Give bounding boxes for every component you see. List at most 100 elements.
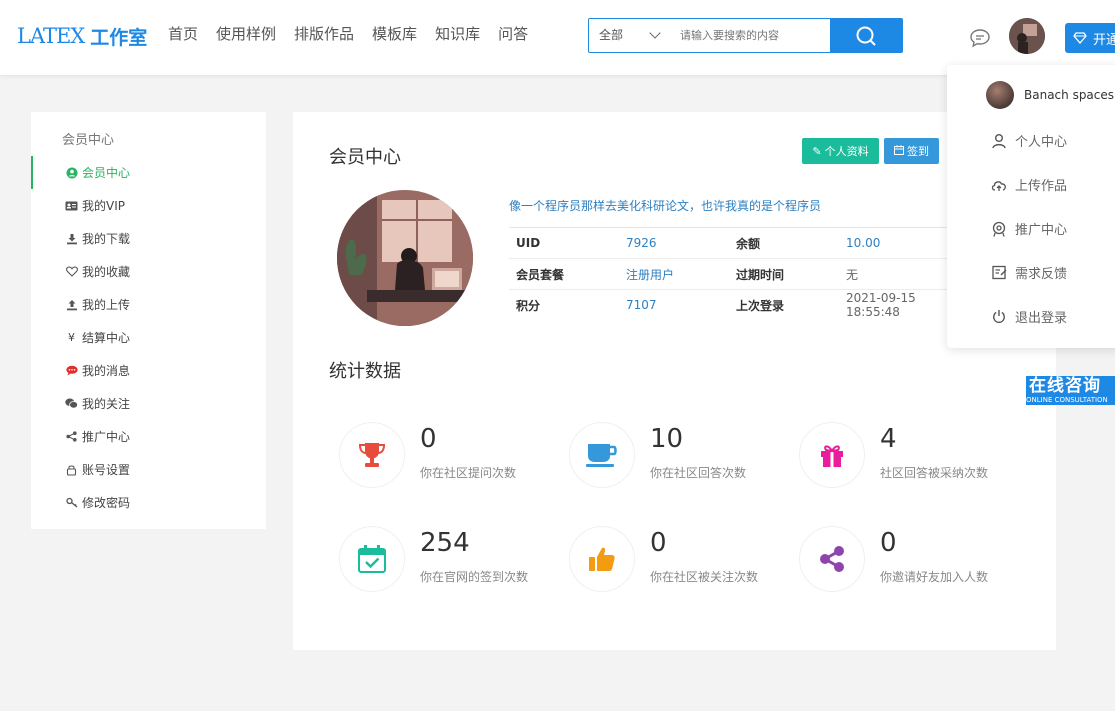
lock-icon xyxy=(65,463,78,476)
sidebar-item-messages[interactable]: 我的消息 xyxy=(31,354,266,387)
points-label: 积分 xyxy=(509,289,619,321)
sidebar-item-label: 我的消息 xyxy=(82,364,131,378)
profile-avatar xyxy=(337,190,473,326)
search-bar: 全部 xyxy=(588,18,903,53)
share-nodes-icon xyxy=(799,526,865,592)
trophy-icon xyxy=(339,422,405,488)
sidebar-menu: 会员中心 我的VIP 我的下载 我的收藏 我的上传 ¥ 结算中心 我的消息 我的 xyxy=(31,156,266,519)
sidebar-item-uploads[interactable]: 我的上传 xyxy=(31,288,266,321)
balance-value: 10.00 xyxy=(839,227,949,259)
expiry-value: 无 xyxy=(839,258,949,290)
search-input[interactable] xyxy=(667,19,832,52)
search-button[interactable] xyxy=(830,19,902,52)
sidebar-item-member-center[interactable]: 会员中心 xyxy=(31,156,266,189)
stat-checkins: 254 你在官网的签到次数 xyxy=(339,526,559,596)
last-login-label: 上次登录 xyxy=(729,289,839,321)
member-sidebar: 会员中心 会员中心 我的VIP 我的下载 我的收藏 我的上传 ¥ 结算中心 我的… xyxy=(31,112,266,529)
sign-in-button[interactable]: 签到 xyxy=(884,138,939,164)
calendar-check-icon xyxy=(339,526,405,592)
search-scope-value: 全部 xyxy=(599,28,624,42)
nav-examples[interactable]: 使用样例 xyxy=(216,24,276,44)
dropdown-username: Banach spaces xyxy=(1024,88,1115,102)
logo-latex: LATEX xyxy=(17,24,85,48)
menu-item-logout[interactable]: 退出登录 xyxy=(991,307,1067,326)
sidebar-item-label: 我的关注 xyxy=(82,397,131,411)
coffee-cup-icon xyxy=(569,422,635,488)
stats-title: 统计数据 xyxy=(329,361,401,382)
stat-value: 4 xyxy=(880,424,897,454)
sidebar-item-downloads[interactable]: 我的下载 xyxy=(31,222,266,255)
nav-home[interactable]: 首页 xyxy=(168,24,198,44)
online-consult-badge[interactable]: 在线咨询 ONLINE CONSULTATION xyxy=(1026,376,1115,405)
message-icon[interactable] xyxy=(969,28,991,48)
menu-item-label: 退出登录 xyxy=(1015,311,1068,326)
plan-label: 会员套餐 xyxy=(509,258,619,290)
sidebar-item-settlement[interactable]: ¥ 结算中心 xyxy=(31,321,266,354)
sidebar-item-favorites[interactable]: 我的收藏 xyxy=(31,255,266,288)
diamond-icon xyxy=(1073,32,1087,44)
key-icon xyxy=(65,496,78,509)
menu-item-label: 个人中心 xyxy=(1015,135,1068,150)
stat-value: 10 xyxy=(650,424,684,454)
search-scope-select[interactable]: 全部 xyxy=(589,19,667,52)
menu-item-promotion-center[interactable]: 推广中心 xyxy=(991,219,1067,238)
profile-button-label: 个人资料 xyxy=(824,145,869,158)
menu-item-upload-works[interactable]: 上传作品 xyxy=(991,175,1067,194)
user-motto: 像一个程序员那样去美化科研论文，也许我真的是个程序员 xyxy=(509,199,822,213)
stat-label: 你在官网的签到次数 xyxy=(420,570,529,584)
sidebar-item-promotion[interactable]: 推广中心 xyxy=(31,420,266,453)
dropdown-user-row: Banach spaces xyxy=(986,81,1114,109)
sidebar-item-label: 我的下载 xyxy=(82,232,131,246)
account-info-table: UID 7926 余额 10.00 会员套餐 注册用户 过期时间 无 积分 71… xyxy=(509,227,949,321)
member-main-panel: 会员中心 ✎ 个人资料 签到 像一个程序员那样去美化科研论文，也许我真的是个程序… xyxy=(293,112,1056,650)
menu-item-personal-center[interactable]: 个人中心 xyxy=(991,131,1067,150)
sidebar-item-account-settings[interactable]: 账号设置 xyxy=(31,453,266,486)
sidebar-item-label: 账号设置 xyxy=(82,463,131,477)
sidebar-item-label: 我的收藏 xyxy=(82,265,131,279)
chat-bubble-icon xyxy=(65,364,78,377)
uid-label: UID xyxy=(509,227,619,259)
expiry-label: 过期时间 xyxy=(729,258,839,290)
nav-knowledge[interactable]: 知识库 xyxy=(435,24,480,44)
pencil-icon: ✎ xyxy=(812,144,822,158)
chevron-down-icon xyxy=(649,27,661,39)
table-row: 积分 7107 上次登录 2021-09-15 18:55:48 xyxy=(509,289,949,321)
user-circle-icon xyxy=(65,166,78,179)
stat-label: 你在社区提问次数 xyxy=(420,466,517,480)
main-nav: 首页 使用样例 排版作品 模板库 知识库 问答 xyxy=(168,24,546,44)
stat-label: 社区回答被采纳次数 xyxy=(880,466,989,480)
nav-works[interactable]: 排版作品 xyxy=(294,24,354,44)
open-vip-label: 开通 xyxy=(1093,32,1115,48)
power-icon xyxy=(991,309,1007,325)
user-avatar[interactable] xyxy=(1009,18,1045,54)
menu-item-feedback[interactable]: 需求反馈 xyxy=(991,263,1067,282)
sidebar-item-label: 我的VIP xyxy=(82,199,125,213)
profile-button[interactable]: ✎ 个人资料 xyxy=(802,138,879,164)
nav-qa[interactable]: 问答 xyxy=(498,24,528,44)
sidebar-item-label: 推广中心 xyxy=(82,430,131,444)
upload-icon xyxy=(65,298,78,311)
search-icon xyxy=(856,26,876,46)
stat-value: 0 xyxy=(420,424,437,454)
download-icon xyxy=(65,232,78,245)
sidebar-item-vip[interactable]: 我的VIP xyxy=(31,189,266,222)
dropdown-avatar xyxy=(986,81,1014,109)
table-row: UID 7926 余额 10.00 xyxy=(509,227,949,259)
last-login-value: 2021-09-15 18:55:48 xyxy=(839,289,949,321)
heart-icon xyxy=(65,265,78,278)
sidebar-title: 会员中心 xyxy=(62,133,115,148)
nav-templates[interactable]: 模板库 xyxy=(372,24,417,44)
sidebar-item-change-password[interactable]: 修改密码 xyxy=(31,486,266,519)
user-dropdown-menu: Banach spaces 个人中心 上传作品 推广中心 需求反馈 退出登录 xyxy=(947,65,1115,348)
yen-icon: ¥ xyxy=(68,331,75,344)
thumbs-up-icon xyxy=(569,526,635,592)
top-header: LATEX 工作室 首页 使用样例 排版作品 模板库 知识库 问答 全部 开通 xyxy=(0,0,1115,75)
sidebar-item-following[interactable]: 我的关注 xyxy=(31,387,266,420)
stat-value: 0 xyxy=(650,528,667,558)
wechat-icon xyxy=(65,397,78,410)
site-logo[interactable]: LATEX 工作室 xyxy=(17,22,147,50)
promote-icon xyxy=(991,221,1007,237)
plan-value[interactable]: 注册用户 xyxy=(619,258,729,290)
open-vip-button[interactable]: 开通 xyxy=(1065,23,1115,53)
sidebar-item-label: 会员中心 xyxy=(82,166,131,180)
